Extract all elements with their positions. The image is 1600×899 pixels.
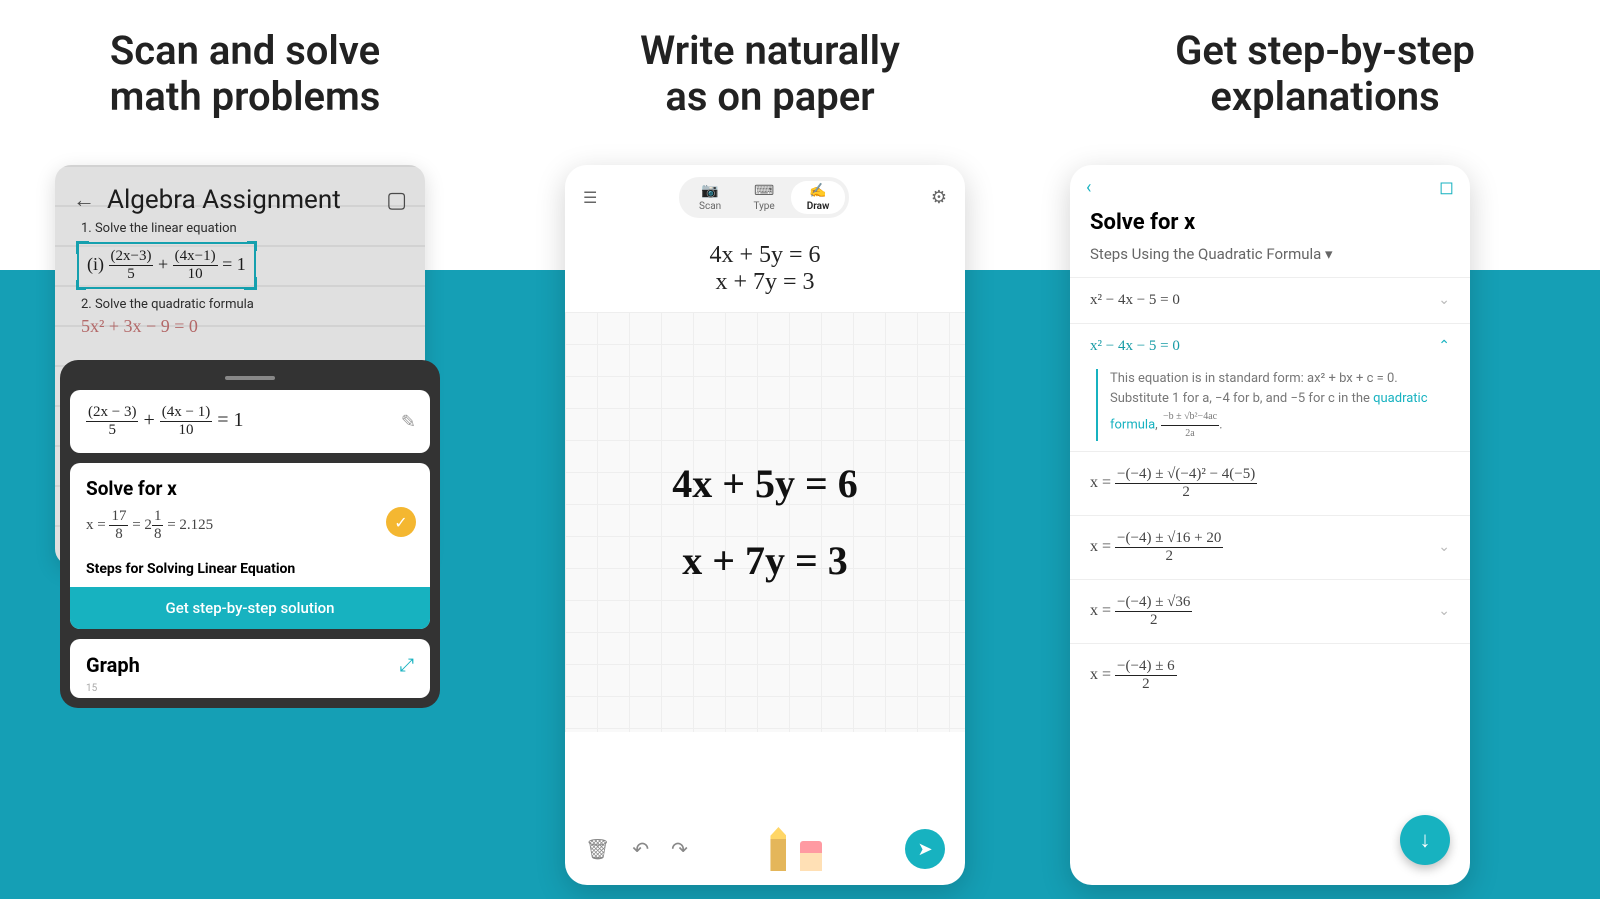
equation-card[interactable]: (2x − 3)5 + (4x − 1)10 = 1 ✎ [70,390,430,453]
get-solution-button[interactable]: Get step-by-step solution [70,587,430,629]
heading3-line1: Get step-by-step [1175,27,1475,74]
scan-crop-box[interactable]: (i) (2x−3)5 + (4x−1)10 = 1 [77,242,256,289]
heading3-line2: explanations [1210,73,1439,120]
heading1-line1: Scan and solve [110,27,380,74]
paper-title: Algebra Assignment [107,185,374,215]
check-icon: ✓ [386,507,416,537]
graph-title: Graph [86,653,414,677]
bottom-sheet[interactable]: (2x − 3)5 + (4x − 1)10 = 1 ✎ Solve for x… [60,360,440,708]
expand-icon[interactable]: ⤢ [400,655,414,676]
equation-2: 5x² + 3x − 9 = 0 [81,316,407,337]
heading2-line1: Write naturally [640,27,900,74]
heading1-line2: math problems [110,73,381,120]
question-2-text: 2. Solve the quadratic formula [81,297,407,312]
y-axis-tick: 15 [86,683,414,694]
question-1-text: 1. Solve the linear equation [81,221,407,236]
solution-card[interactable]: Solve for x x = 178 = 218 = 2.125 ✓ Step… [70,463,430,629]
graph-card[interactable]: Graph ⤢ 15 [70,639,430,698]
back-arrow-icon[interactable]: ← [73,187,95,213]
solution-title: Solve for x [86,477,414,500]
drag-handle-icon[interactable] [225,376,275,380]
edit-icon[interactable]: ✎ [401,411,416,432]
bookmark-icon[interactable]: ▢ [386,188,407,213]
steps-label: Steps for Solving Linear Equation [86,561,414,577]
heading2-line2: as on paper [665,73,874,120]
